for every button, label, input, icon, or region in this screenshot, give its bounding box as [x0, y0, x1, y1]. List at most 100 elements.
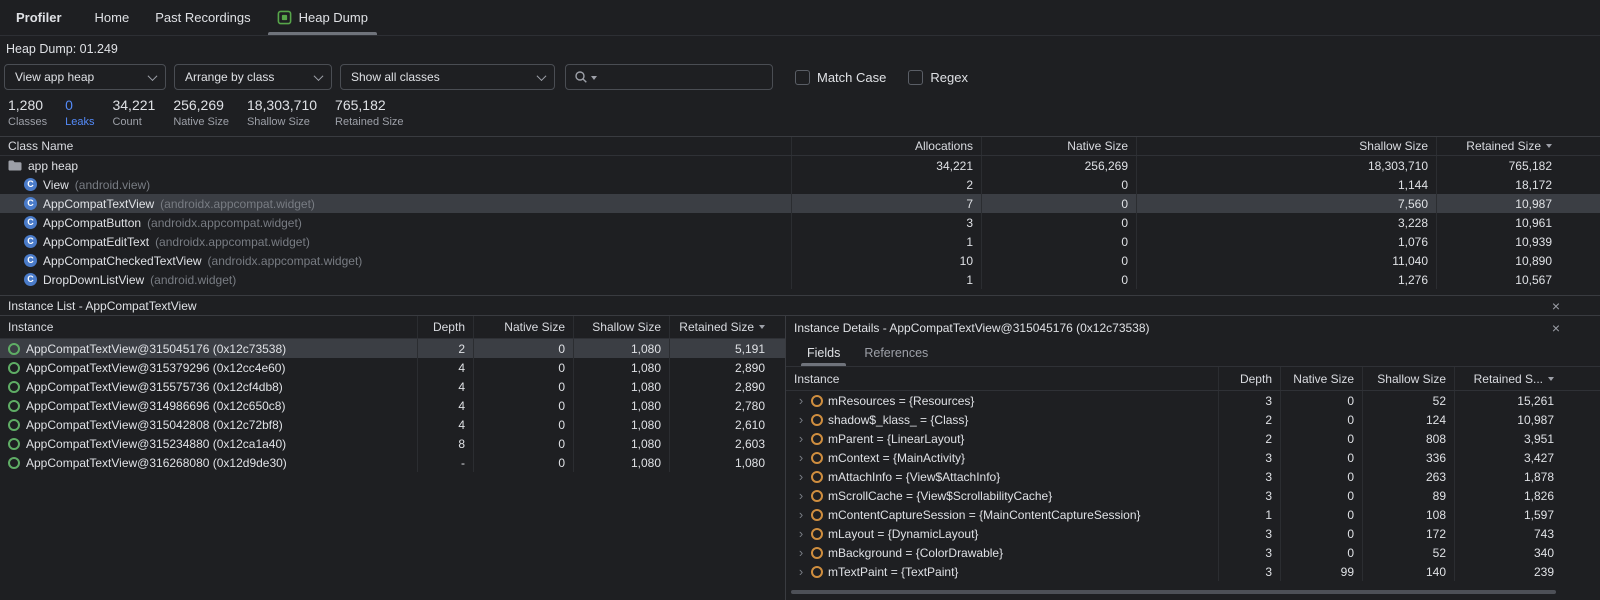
field-row[interactable]: › mContentCaptureSession = {MainContentCa… [786, 505, 1600, 524]
field-row[interactable]: ›mResources = {Resources}305215,261 [786, 391, 1600, 410]
field-row[interactable]: ›shadow$_klass_ = {Class}2012410,987 [786, 410, 1600, 429]
instance-row[interactable]: AppCompatTextView@314986696 (0x12c650c8)… [0, 396, 785, 415]
instance-name: AppCompatTextView@315234880 (0x12ca1a40) [26, 437, 286, 451]
instance-row[interactable]: AppCompatTextView@315045176 (0x12c73538)… [0, 339, 785, 358]
class-row[interactable]: CView (android.view)201,14418,172 [0, 175, 1600, 194]
field-name-cell: › mParent = {LinearLayout} [786, 429, 1218, 448]
chevron-right-icon[interactable]: › [796, 527, 806, 540]
field-name: mParent = {LinearLayout} [828, 432, 964, 446]
arrange-by-select[interactable]: Arrange by class [174, 64, 332, 90]
class-name-cell: CAppCompatCheckedTextView (androidx.appc… [0, 251, 791, 270]
field-row[interactable]: ›mBackground = {ColorDrawable}3052340 [786, 543, 1600, 562]
field-row[interactable]: ›mAttachInfo = {View$AttachInfo}302631,8… [786, 467, 1600, 486]
field-name: mContentCaptureSession = {MainContentCap… [828, 508, 1141, 522]
chevron-right-icon[interactable]: › [796, 432, 806, 445]
col-native-size[interactable]: Native Size [981, 137, 1136, 155]
heap-scope-select[interactable]: View app heap [4, 64, 166, 90]
class-retained-cell: 10,890 [1436, 251, 1600, 270]
class-native-cell: 0 [981, 251, 1136, 270]
col-allocations[interactable]: Allocations [791, 137, 981, 155]
col-retained-size[interactable]: Retained S... [1454, 367, 1600, 390]
col-native-size[interactable]: Native Size [1280, 367, 1362, 390]
field-row[interactable]: ›mContext = {MainActivity}303363,427 [786, 448, 1600, 467]
field-row[interactable]: ›mTextPaint = {TextPaint}399140239 [786, 562, 1600, 581]
class-filter-select[interactable]: Show all classes [340, 64, 555, 90]
field-icon [811, 452, 823, 464]
instance-row[interactable]: AppCompatTextView@315042808 (0x12c72bf8)… [0, 415, 785, 434]
class-row[interactable]: CAppCompatTextView (androidx.appcompat.w… [0, 194, 1600, 213]
col-shallow-size[interactable]: Shallow Size [573, 316, 669, 338]
horizontal-scrollbar[interactable] [791, 590, 1556, 594]
class-table: Class Name Allocations Native Size Shall… [0, 136, 1600, 295]
instance-row[interactable]: AppCompatTextView@315379296 (0x12cc4e60)… [0, 358, 785, 377]
class-filter-select-value: Show all classes [351, 70, 530, 84]
tab-references[interactable]: References [853, 339, 939, 366]
field-retained-cell: 1,597 [1454, 505, 1600, 524]
class-icon: C [24, 197, 37, 210]
col-shallow-size[interactable]: Shallow Size [1136, 137, 1436, 155]
stat-leaks[interactable]: 0Leaks [65, 97, 94, 136]
col-shallow-size[interactable]: Shallow Size [1362, 367, 1454, 390]
class-row[interactable]: CDropDownListView (android.widget)101,27… [0, 270, 1600, 289]
class-native-cell: 256,269 [981, 156, 1136, 175]
instance-list-titlebar: Instance List - AppCompatTextView × [0, 295, 1600, 316]
chevron-right-icon[interactable]: › [796, 508, 806, 521]
field-row[interactable]: ›mScrollCache = {View$ScrollabilityCache… [786, 486, 1600, 505]
class-shallow-cell: 7,560 [1136, 194, 1436, 213]
instance-row[interactable]: AppCompatTextView@316268080 (0x12d9de30)… [0, 453, 785, 472]
instance-name: AppCompatTextView@315042808 (0x12c72bf8) [26, 418, 283, 432]
stat-label: Classes [8, 115, 47, 129]
col-instance[interactable]: Instance [0, 316, 417, 338]
instance-native-cell: 0 [473, 339, 573, 358]
match-case-checkbox[interactable]: Match Case [795, 70, 886, 85]
search-input[interactable] [600, 70, 764, 84]
instance-details-tabs: Fields References [786, 339, 1600, 367]
field-name-cell: ›mBackground = {ColorDrawable} [786, 543, 1218, 562]
class-row[interactable]: CAppCompatButton (androidx.appcompat.wid… [0, 213, 1600, 232]
instance-icon [8, 419, 20, 431]
col-retained-size-label: Retained Size [1466, 139, 1541, 153]
stat-value: 1,280 [8, 97, 47, 114]
class-retained-cell: 18,172 [1436, 175, 1600, 194]
class-row[interactable]: CAppCompatCheckedTextView (androidx.appc… [0, 251, 1600, 270]
class-row[interactable]: app heap34,221256,26918,303,710765,182 [0, 156, 1600, 175]
chevron-right-icon[interactable]: › [796, 451, 806, 464]
chevron-right-icon[interactable]: › [796, 470, 806, 483]
field-icon [811, 433, 823, 445]
chevron-right-icon[interactable]: › [796, 394, 806, 407]
instance-icon [8, 343, 20, 355]
close-instance-details-button[interactable]: × [1548, 321, 1564, 335]
col-instance[interactable]: Instance [786, 367, 1218, 390]
class-row[interactable]: CAppCompatEditText (androidx.appcompat.w… [0, 232, 1600, 251]
regex-checkbox[interactable]: Regex [908, 70, 968, 85]
col-retained-size[interactable]: Retained Size [1436, 137, 1600, 155]
chevron-right-icon[interactable]: › [796, 489, 806, 502]
field-row[interactable]: ›mParent = {LinearLayout}208083,951 [786, 429, 1600, 448]
tab-fields[interactable]: Fields [796, 339, 851, 366]
field-name: mAttachInfo = {View$AttachInfo} [828, 470, 1000, 484]
col-depth[interactable]: Depth [417, 316, 473, 338]
chevron-right-icon[interactable]: › [796, 546, 806, 559]
class-allocations-cell: 3 [791, 213, 981, 232]
close-instance-list-button[interactable]: × [1548, 299, 1564, 313]
col-depth[interactable]: Depth [1218, 367, 1280, 390]
field-native-cell: 0 [1280, 448, 1362, 467]
instance-row[interactable]: AppCompatTextView@315575736 (0x12cf4db8)… [0, 377, 785, 396]
col-class-name[interactable]: Class Name [0, 137, 791, 155]
sort-desc-icon [1548, 377, 1554, 381]
tab-home[interactable]: Home [82, 0, 143, 35]
tab-heap-dump[interactable]: Heap Dump [264, 0, 381, 35]
search-history-chevron-icon[interactable] [591, 76, 597, 80]
search-field[interactable] [565, 64, 773, 90]
tab-past-recordings[interactable]: Past Recordings [142, 0, 263, 35]
field-shallow-cell: 52 [1362, 391, 1454, 410]
field-row[interactable]: ›mLayout = {DynamicLayout}30172743 [786, 524, 1600, 543]
col-retained-size[interactable]: Retained Size [669, 316, 785, 338]
field-native-cell: 0 [1280, 410, 1362, 429]
chevron-right-icon[interactable]: › [796, 565, 806, 578]
class-name-cell: app heap [0, 156, 791, 175]
chevron-right-icon[interactable]: › [796, 413, 806, 426]
col-native-size[interactable]: Native Size [473, 316, 573, 338]
instance-row[interactable]: AppCompatTextView@315234880 (0x12ca1a40)… [0, 434, 785, 453]
class-shallow-cell: 3,228 [1136, 213, 1436, 232]
